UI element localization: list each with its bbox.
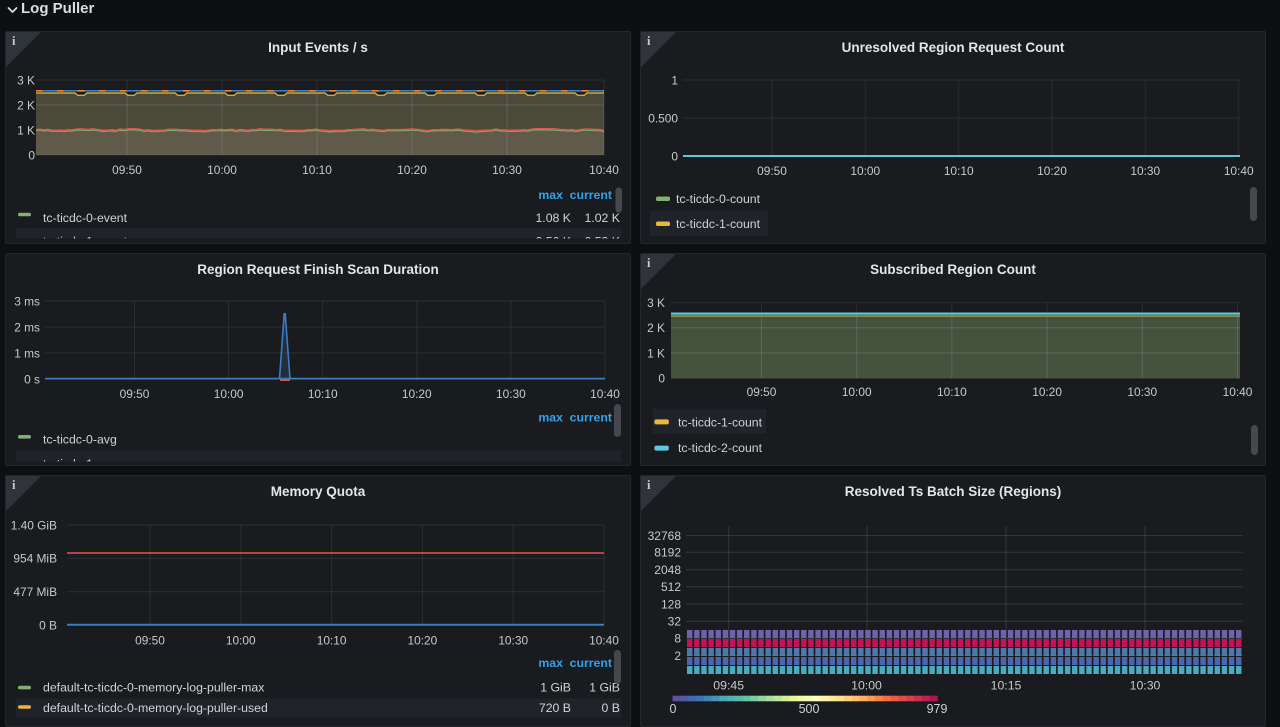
svg-text:max: max — [538, 188, 563, 202]
svg-text:10:10: 10:10 — [937, 385, 967, 399]
svg-text:0.500: 0.500 — [648, 111, 678, 125]
svg-text:tc-ticdc-1-avg: tc-ticdc-1-avg — [43, 457, 117, 464]
svg-text:3 K: 3 K — [17, 73, 35, 87]
svg-text:1.40 GiB: 1.40 GiB — [11, 518, 57, 532]
svg-text:10:40: 10:40 — [1224, 164, 1254, 178]
svg-text:10:30: 10:30 — [498, 634, 528, 648]
svg-text:500: 500 — [799, 702, 820, 716]
svg-text:10:15: 10:15 — [991, 679, 1022, 693]
svg-text:954 MiB: 954 MiB — [13, 552, 57, 566]
svg-text:10:40: 10:40 — [1223, 385, 1253, 399]
svg-text:09:50: 09:50 — [135, 634, 165, 648]
svg-text:10:20: 10:20 — [402, 387, 432, 401]
svg-text:10:10: 10:10 — [944, 164, 974, 178]
svg-text:09:50: 09:50 — [747, 385, 777, 399]
svg-text:10:30: 10:30 — [1127, 385, 1157, 399]
svg-text:default-tc-ticdc-0-memory-log-: default-tc-ticdc-0-memory-log-puller-max — [43, 681, 265, 695]
svg-text:10:10: 10:10 — [308, 387, 338, 401]
svg-text:8: 8 — [674, 632, 681, 646]
svg-text:10:20: 10:20 — [397, 163, 427, 177]
svg-text:1 K: 1 K — [17, 123, 35, 137]
svg-text:512: 512 — [661, 580, 681, 594]
svg-text:3 ms: 3 ms — [14, 294, 40, 308]
svg-text:10:40: 10:40 — [590, 387, 620, 401]
svg-text:0: 0 — [28, 148, 35, 162]
svg-text:10:40: 10:40 — [589, 634, 619, 648]
svg-text:10:30: 10:30 — [492, 163, 522, 177]
svg-text:32: 32 — [668, 615, 682, 629]
svg-text:10:20: 10:20 — [408, 634, 438, 648]
svg-text:1.02 K: 1.02 K — [584, 211, 620, 225]
svg-text:0: 0 — [670, 702, 677, 716]
svg-text:2 ms: 2 ms — [14, 320, 40, 334]
svg-text:0 B: 0 B — [602, 701, 620, 715]
svg-text:10:00: 10:00 — [226, 634, 256, 648]
svg-text:default-tc-ticdc-0-memory-log-: default-tc-ticdc-0-memory-log-puller-use… — [43, 701, 268, 715]
svg-text:10:30: 10:30 — [496, 387, 526, 401]
svg-text:10:00: 10:00 — [842, 385, 872, 399]
svg-text:8192: 8192 — [654, 546, 681, 560]
svg-text:10:10: 10:10 — [317, 634, 347, 648]
svg-text:0: 0 — [671, 149, 678, 163]
svg-text:09:45: 09:45 — [713, 679, 744, 693]
svg-text:max: max — [538, 411, 563, 425]
svg-text:1 K: 1 K — [647, 346, 665, 360]
svg-text:1 ms: 1 ms — [14, 346, 40, 360]
svg-text:max: max — [538, 656, 563, 670]
svg-text:2048: 2048 — [654, 563, 681, 577]
svg-text:current: current — [570, 411, 612, 425]
svg-text:tc-ticdc-0-avg: tc-ticdc-0-avg — [43, 433, 117, 447]
svg-text:979: 979 — [927, 702, 948, 716]
svg-text:10:20: 10:20 — [1032, 385, 1062, 399]
svg-text:tc-ticdc-1-count: tc-ticdc-1-count — [678, 415, 763, 429]
svg-text:720 B: 720 B — [539, 701, 571, 715]
svg-text:2.56 K: 2.56 K — [535, 235, 571, 243]
svg-text:2: 2 — [674, 649, 681, 663]
svg-text:tc-ticdc-1-count: tc-ticdc-1-count — [676, 217, 761, 231]
svg-text:2 K: 2 K — [647, 321, 665, 335]
svg-text:10:20: 10:20 — [1037, 164, 1067, 178]
svg-text:10:30: 10:30 — [1130, 679, 1161, 693]
svg-text:0 s: 0 s — [24, 372, 40, 386]
svg-text:0 B: 0 B — [39, 618, 57, 632]
svg-text:current: current — [570, 188, 612, 202]
svg-text:1: 1 — [671, 73, 678, 87]
svg-text:10:00: 10:00 — [850, 164, 880, 178]
svg-text:tc-ticdc-0-count: tc-ticdc-0-count — [676, 192, 761, 206]
svg-text:10:40: 10:40 — [589, 163, 619, 177]
svg-text:current: current — [570, 656, 612, 670]
svg-text:1.08 K: 1.08 K — [535, 211, 571, 225]
svg-text:1 GiB: 1 GiB — [540, 681, 571, 695]
svg-text:10:10: 10:10 — [302, 163, 332, 177]
svg-text:10:00: 10:00 — [207, 163, 237, 177]
svg-text:2.53 K: 2.53 K — [584, 235, 620, 243]
svg-text:3 K: 3 K — [647, 296, 665, 310]
svg-text:09:50: 09:50 — [120, 387, 150, 401]
svg-text:2 K: 2 K — [17, 98, 35, 112]
svg-text:tc-ticdc-2-count: tc-ticdc-2-count — [678, 441, 763, 455]
svg-text:09:50: 09:50 — [112, 163, 142, 177]
svg-text:128: 128 — [661, 597, 681, 611]
svg-text:10:30: 10:30 — [1130, 164, 1160, 178]
svg-text:477 MiB: 477 MiB — [13, 585, 57, 599]
svg-text:0: 0 — [658, 372, 665, 386]
svg-text:10:00: 10:00 — [214, 387, 244, 401]
svg-text:09:50: 09:50 — [757, 164, 787, 178]
svg-text:tc-ticdc-1-event: tc-ticdc-1-event — [43, 235, 128, 243]
svg-text:tc-ticdc-0-event: tc-ticdc-0-event — [43, 211, 128, 225]
svg-text:10:00: 10:00 — [851, 679, 882, 693]
svg-text:32768: 32768 — [648, 529, 682, 543]
